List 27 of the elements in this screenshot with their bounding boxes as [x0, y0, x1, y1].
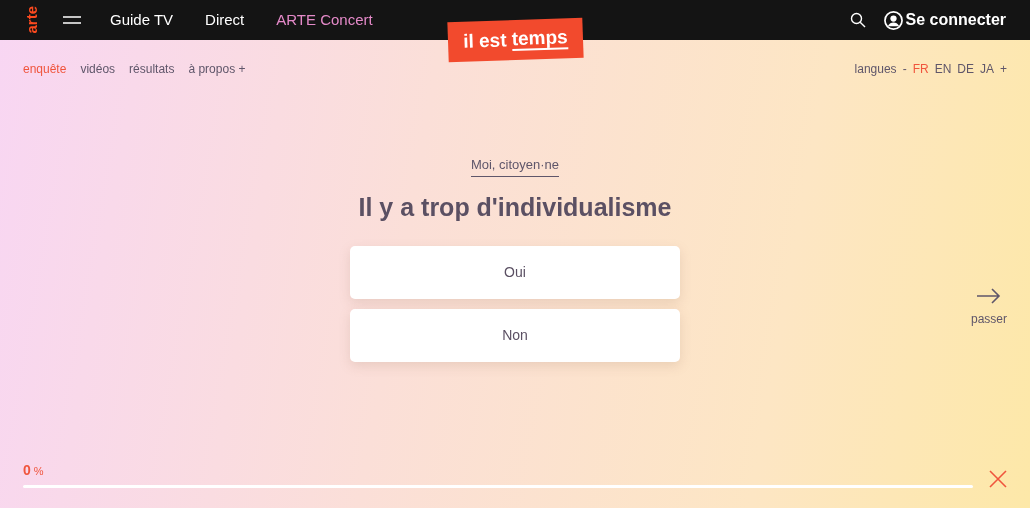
arrow-right-icon — [977, 288, 1001, 304]
brand-badge[interactable]: il est temps — [447, 17, 584, 63]
language-link[interactable]: DE — [957, 60, 974, 78]
language-link[interactable]: EN — [934, 60, 952, 78]
answer-button[interactable]: Non — [350, 309, 680, 362]
question-title: Il y a trop d'individualisme — [358, 191, 672, 223]
progress-value: 0 — [23, 461, 31, 480]
category-label[interactable]: Moi, citoyen·ne — [470, 155, 560, 177]
skip-button[interactable]: passer — [970, 288, 1007, 328]
more-languages-link[interactable]: + — [1000, 60, 1007, 78]
menu-icon[interactable] — [63, 16, 81, 24]
subnav-link[interactable]: vidéos — [80, 60, 116, 78]
close-icon[interactable] — [989, 470, 1007, 488]
logo[interactable]: arte — [24, 6, 39, 34]
login-button[interactable]: Se connecter — [883, 8, 1006, 32]
answer-button[interactable]: Oui — [350, 246, 680, 299]
search-icon[interactable] — [849, 12, 866, 28]
languages-label: langues — [854, 61, 897, 78]
subnav-link[interactable]: résultats — [129, 60, 175, 78]
subnav-link[interactable]: à propos + — [188, 60, 246, 78]
language-link[interactable]: JA — [979, 60, 994, 78]
user-icon — [883, 10, 903, 30]
progress-unit: % — [33, 464, 44, 479]
separator: - — [902, 61, 907, 78]
nav-link[interactable]: Guide TV — [110, 8, 174, 32]
nav-link[interactable]: Direct — [205, 8, 245, 32]
nav-link[interactable]: ARTE Concert — [276, 8, 373, 32]
